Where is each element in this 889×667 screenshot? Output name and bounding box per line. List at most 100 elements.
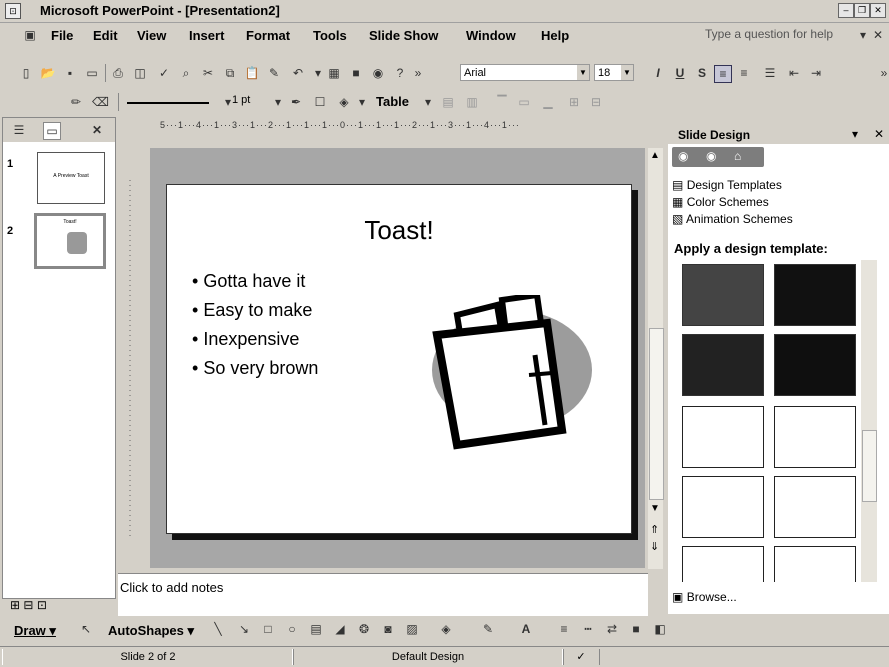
slide-sorter-icon[interactable]: ⊟ [23, 598, 33, 612]
document-icon[interactable]: ▣ [22, 27, 38, 43]
gallery-scrollbar[interactable] [861, 260, 877, 582]
menu-insert[interactable]: Insert [189, 28, 224, 43]
diagram-icon[interactable]: ❂ [356, 621, 372, 637]
copy-icon[interactable]: ⧉ [222, 65, 238, 81]
line-color-icon[interactable]: ✎ [480, 621, 496, 637]
bullet-list[interactable]: • Gotta have it • Easy to make • Inexpen… [192, 267, 318, 383]
scroll-thumb[interactable] [862, 430, 877, 502]
menu-file[interactable]: File [51, 28, 73, 43]
slide-thumbnail[interactable]: A Preview Toast [37, 152, 105, 204]
font-color-icon[interactable]: A [518, 621, 534, 637]
template-gallery[interactable] [678, 260, 863, 582]
restore-icon[interactable]: ❐ [854, 3, 870, 18]
permission-icon[interactable]: ▭ [84, 65, 100, 81]
menu-window[interactable]: Window [466, 28, 516, 43]
insert-picture-icon[interactable]: ▨ [404, 621, 420, 637]
new-icon[interactable]: ▯ [18, 65, 34, 81]
chevron-down-icon[interactable]: ▼ [621, 65, 633, 80]
slide-show-icon[interactable]: ⊡ [37, 598, 47, 612]
select-objects-icon[interactable]: ↖ [78, 621, 94, 637]
fill-color-icon[interactable]: ◈ [438, 621, 454, 637]
arrow-style-icon[interactable]: ⇄ [604, 621, 620, 637]
clip-art-icon[interactable]: ◙ [380, 621, 396, 637]
dash-style-icon[interactable]: ┅ [580, 621, 596, 637]
minimize-icon[interactable]: – [838, 3, 854, 18]
normal-view-icon[interactable]: ⊞ [10, 598, 20, 612]
color-schemes-link[interactable]: ▦ Color Schemes [672, 195, 769, 209]
spelling-icon[interactable]: ✓ [156, 65, 172, 81]
forward-icon[interactable]: ◉ [706, 149, 716, 163]
print-icon[interactable]: ⎙ [110, 65, 126, 81]
insert-table-icon[interactable]: ■ [348, 65, 364, 81]
underline-icon[interactable]: U [672, 65, 688, 81]
distribute-columns-icon[interactable]: ⊟ [588, 94, 604, 110]
border-style-line[interactable] [127, 102, 209, 104]
task-pane-menu-icon[interactable]: ▾ [852, 127, 858, 141]
border-color-icon[interactable]: ✒ [288, 94, 304, 110]
fill-dropdown-icon[interactable]: ▾ [354, 94, 370, 110]
scroll-down-icon[interactable]: ▼ [650, 503, 660, 514]
line-style-icon[interactable]: ≡ [556, 621, 572, 637]
close-document-icon[interactable]: ✕ [870, 27, 886, 43]
center-icon[interactable]: ≡ [736, 65, 752, 81]
next-slide-icon[interactable]: ⇓ [650, 540, 659, 553]
format-painter-icon[interactable]: ✎ [266, 65, 282, 81]
italic-icon[interactable]: I [650, 65, 666, 81]
print-preview-icon[interactable]: ◫ [132, 65, 148, 81]
numbering-icon[interactable]: ☰ [762, 65, 778, 81]
close-icon[interactable]: ✕ [870, 3, 886, 18]
zoom-icon[interactable]: ◉ [370, 65, 386, 81]
align-left-icon[interactable]: ≡ [714, 65, 732, 83]
notes-pane[interactable]: Click to add notes [118, 573, 648, 616]
slide-thumbnail-selected[interactable]: Toast! [34, 213, 106, 269]
merge-cells-icon[interactable]: ▤ [440, 94, 456, 110]
help-dropdown-icon[interactable]: ▾ [855, 27, 871, 43]
research-icon[interactable]: ⌕ [178, 65, 194, 81]
slide-canvas[interactable]: Toast! • Gotta have it • Easy to make • … [166, 184, 632, 534]
open-icon[interactable]: 📂 [40, 65, 56, 81]
line-icon[interactable]: ╲ [210, 621, 226, 637]
design-templates-link[interactable]: ▤ Design Templates [672, 178, 782, 192]
text-box-icon[interactable]: ▤ [308, 621, 324, 637]
autoshapes-menu-button[interactable]: AutoShapes ▾ [108, 623, 194, 639]
cut-icon[interactable]: ✂ [200, 65, 216, 81]
shadow-style-icon[interactable]: ■ [628, 621, 644, 637]
font-size-combo[interactable]: 18 ▼ [594, 64, 634, 81]
scroll-thumb[interactable] [649, 328, 664, 500]
center-vertically-icon[interactable]: ▭ [516, 94, 532, 110]
undo-icon[interactable]: ↶ [290, 65, 306, 81]
menu-slide-show[interactable]: Slide Show [369, 28, 438, 43]
wordart-icon[interactable]: ◢ [332, 621, 348, 637]
3d-style-icon[interactable]: ◧ [652, 621, 668, 637]
template-thumbnail[interactable] [774, 264, 856, 326]
draw-table-icon[interactable]: ✏ [68, 94, 84, 110]
close-icon[interactable]: ✕ [874, 127, 884, 141]
scroll-up-icon[interactable]: ▲ [650, 150, 660, 161]
line-weight-dropdown-icon[interactable]: ▾ [270, 94, 286, 110]
animation-schemes-link[interactable]: ▧ Animation Schemes [672, 212, 793, 226]
help-icon[interactable]: ? [392, 65, 408, 81]
slides-tab-icon[interactable]: ▭ [43, 122, 61, 140]
template-thumbnail[interactable] [682, 264, 764, 326]
draw-menu-button[interactable]: Draw ▾ [14, 623, 56, 639]
browse-link[interactable]: ▣ Browse... [672, 590, 737, 604]
template-thumbnail[interactable] [682, 334, 764, 396]
template-thumbnail[interactable] [682, 546, 764, 582]
powerpoint-app-icon[interactable]: ⊡ [5, 3, 21, 19]
save-icon[interactable]: ▪ [62, 65, 78, 81]
toolbar-options-icon[interactable]: » [410, 65, 426, 81]
template-thumbnail[interactable] [774, 476, 856, 538]
back-icon[interactable]: ◉ [678, 149, 688, 163]
align-bottom-icon[interactable]: ▁ [540, 94, 556, 110]
template-thumbnail[interactable] [774, 334, 856, 396]
help-question-box[interactable]: Type a question for help [705, 27, 855, 43]
menu-help[interactable]: Help [541, 28, 569, 43]
template-thumbnail[interactable] [774, 546, 856, 582]
home-icon[interactable]: ⌂ [734, 149, 741, 163]
outline-tab-icon[interactable]: ☰ [11, 122, 27, 138]
undo-dropdown-icon[interactable]: ▾ [310, 65, 326, 81]
table-dropdown-icon[interactable]: ▾ [420, 94, 436, 110]
slide-title[interactable]: Toast! [167, 215, 631, 246]
insert-chart-icon[interactable]: ▦ [326, 65, 342, 81]
fill-color-icon[interactable]: ◈ [336, 94, 352, 110]
